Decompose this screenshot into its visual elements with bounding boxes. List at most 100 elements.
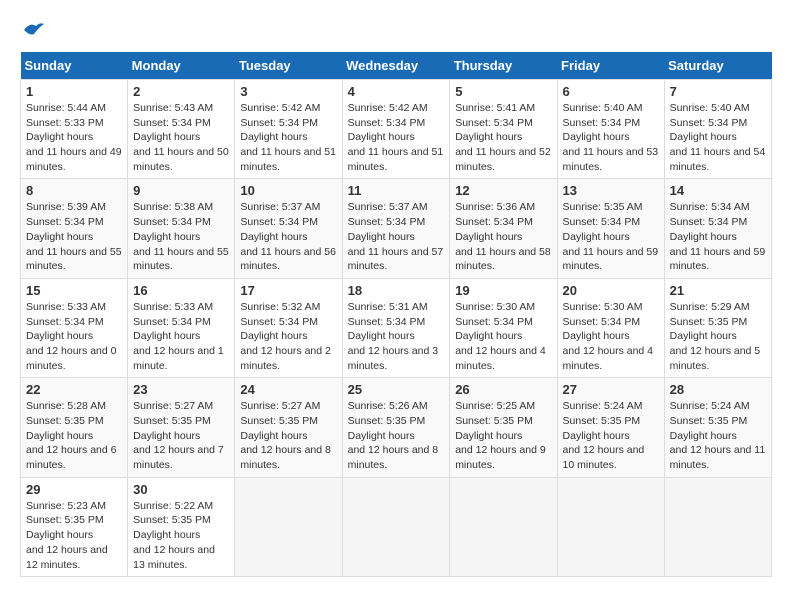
daylight-duration: and 11 hours and 55 minutes. [133, 246, 229, 273]
day-number: 28 [670, 382, 766, 397]
day-number: 16 [133, 283, 229, 298]
day-number: 21 [670, 283, 766, 298]
sunset-label: Sunset: 5:34 PM [133, 117, 211, 129]
weekday-header-cell: Friday [557, 52, 664, 80]
daylight-label: Daylight hours [26, 330, 93, 342]
sunset-label: Sunset: 5:34 PM [348, 216, 426, 228]
sunset-label: Sunset: 5:34 PM [348, 117, 426, 129]
daylight-label: Daylight hours [563, 131, 630, 143]
daylight-label: Daylight hours [563, 231, 630, 243]
day-number: 17 [240, 283, 336, 298]
calendar-day-cell [450, 477, 557, 576]
calendar-day-cell: 12 Sunrise: 5:36 AM Sunset: 5:34 PM Dayl… [450, 179, 557, 278]
weekday-header-cell: Wednesday [342, 52, 450, 80]
weekday-header-cell: Saturday [664, 52, 771, 80]
daylight-label: Daylight hours [133, 231, 200, 243]
daylight-duration: and 12 hours and 7 minutes. [133, 444, 224, 471]
sunrise-label: Sunrise: 5:40 AM [563, 102, 643, 114]
sunset-label: Sunset: 5:35 PM [670, 316, 748, 328]
day-info: Sunrise: 5:41 AM Sunset: 5:34 PM Dayligh… [455, 101, 551, 174]
daylight-duration: and 11 hours and 58 minutes. [455, 246, 551, 273]
calendar-day-cell: 26 Sunrise: 5:25 AM Sunset: 5:35 PM Dayl… [450, 378, 557, 477]
calendar-week-row: 1 Sunrise: 5:44 AM Sunset: 5:33 PM Dayli… [21, 80, 772, 179]
daylight-label: Daylight hours [26, 430, 93, 442]
daylight-label: Daylight hours [240, 430, 307, 442]
daylight-duration: and 12 hours and 9 minutes. [455, 444, 546, 471]
daylight-label: Daylight hours [670, 131, 737, 143]
daylight-duration: and 11 hours and 55 minutes. [26, 246, 122, 273]
sunset-label: Sunset: 5:35 PM [670, 415, 748, 427]
day-info: Sunrise: 5:28 AM Sunset: 5:35 PM Dayligh… [26, 399, 122, 472]
daylight-duration: and 11 hours and 51 minutes. [240, 146, 336, 173]
calendar-day-cell: 7 Sunrise: 5:40 AM Sunset: 5:34 PM Dayli… [664, 80, 771, 179]
daylight-label: Daylight hours [455, 430, 522, 442]
calendar-day-cell [664, 477, 771, 576]
daylight-label: Daylight hours [26, 131, 93, 143]
weekday-header-cell: Monday [128, 52, 235, 80]
sunrise-label: Sunrise: 5:24 AM [563, 400, 643, 412]
sunset-label: Sunset: 5:34 PM [240, 316, 318, 328]
calendar-day-cell: 19 Sunrise: 5:30 AM Sunset: 5:34 PM Dayl… [450, 278, 557, 377]
day-info: Sunrise: 5:37 AM Sunset: 5:34 PM Dayligh… [240, 200, 336, 273]
day-number: 12 [455, 183, 551, 198]
calendar-day-cell: 30 Sunrise: 5:22 AM Sunset: 5:35 PM Dayl… [128, 477, 235, 576]
day-info: Sunrise: 5:42 AM Sunset: 5:34 PM Dayligh… [240, 101, 336, 174]
day-number: 15 [26, 283, 122, 298]
day-info: Sunrise: 5:44 AM Sunset: 5:33 PM Dayligh… [26, 101, 122, 174]
day-info: Sunrise: 5:30 AM Sunset: 5:34 PM Dayligh… [563, 300, 659, 373]
calendar-day-cell: 22 Sunrise: 5:28 AM Sunset: 5:35 PM Dayl… [21, 378, 128, 477]
calendar-day-cell: 15 Sunrise: 5:33 AM Sunset: 5:34 PM Dayl… [21, 278, 128, 377]
daylight-label: Daylight hours [133, 330, 200, 342]
daylight-duration: and 11 hours and 59 minutes. [563, 246, 659, 273]
sunset-label: Sunset: 5:34 PM [133, 216, 211, 228]
day-info: Sunrise: 5:39 AM Sunset: 5:34 PM Dayligh… [26, 200, 122, 273]
sunset-label: Sunset: 5:34 PM [26, 316, 104, 328]
day-info: Sunrise: 5:43 AM Sunset: 5:34 PM Dayligh… [133, 101, 229, 174]
calendar-day-cell: 20 Sunrise: 5:30 AM Sunset: 5:34 PM Dayl… [557, 278, 664, 377]
sunset-label: Sunset: 5:34 PM [133, 316, 211, 328]
calendar-day-cell: 17 Sunrise: 5:32 AM Sunset: 5:34 PM Dayl… [235, 278, 342, 377]
day-info: Sunrise: 5:37 AM Sunset: 5:34 PM Dayligh… [348, 200, 445, 273]
day-info: Sunrise: 5:23 AM Sunset: 5:35 PM Dayligh… [26, 499, 122, 572]
day-number: 4 [348, 84, 445, 99]
calendar-week-row: 15 Sunrise: 5:33 AM Sunset: 5:34 PM Dayl… [21, 278, 772, 377]
daylight-duration: and 12 hours and 0 minutes. [26, 345, 117, 372]
calendar-day-cell: 24 Sunrise: 5:27 AM Sunset: 5:35 PM Dayl… [235, 378, 342, 477]
sunset-label: Sunset: 5:34 PM [455, 117, 533, 129]
sunset-label: Sunset: 5:35 PM [26, 415, 104, 427]
sunset-label: Sunset: 5:34 PM [670, 117, 748, 129]
calendar-day-cell: 8 Sunrise: 5:39 AM Sunset: 5:34 PM Dayli… [21, 179, 128, 278]
day-number: 9 [133, 183, 229, 198]
daylight-duration: and 11 hours and 59 minutes. [670, 246, 766, 273]
sunrise-label: Sunrise: 5:32 AM [240, 301, 320, 313]
daylight-label: Daylight hours [240, 131, 307, 143]
calendar-day-cell [342, 477, 450, 576]
calendar-day-cell: 5 Sunrise: 5:41 AM Sunset: 5:34 PM Dayli… [450, 80, 557, 179]
daylight-duration: and 11 hours and 49 minutes. [26, 146, 122, 173]
sunrise-label: Sunrise: 5:35 AM [563, 201, 643, 213]
sunrise-label: Sunrise: 5:31 AM [348, 301, 428, 313]
day-number: 23 [133, 382, 229, 397]
day-number: 3 [240, 84, 336, 99]
sunrise-label: Sunrise: 5:30 AM [563, 301, 643, 313]
sunrise-label: Sunrise: 5:28 AM [26, 400, 106, 412]
daylight-duration: and 12 hours and 4 minutes. [563, 345, 654, 372]
calendar-day-cell: 1 Sunrise: 5:44 AM Sunset: 5:33 PM Dayli… [21, 80, 128, 179]
daylight-duration: and 12 hours and 3 minutes. [348, 345, 439, 372]
sunrise-label: Sunrise: 5:44 AM [26, 102, 106, 114]
daylight-label: Daylight hours [133, 131, 200, 143]
day-number: 27 [563, 382, 659, 397]
day-number: 1 [26, 84, 122, 99]
day-number: 14 [670, 183, 766, 198]
daylight-duration: and 12 hours and 8 minutes. [240, 444, 331, 471]
day-number: 10 [240, 183, 336, 198]
daylight-duration: and 12 hours and 1 minute. [133, 345, 224, 372]
calendar-week-row: 29 Sunrise: 5:23 AM Sunset: 5:35 PM Dayl… [21, 477, 772, 576]
sunset-label: Sunset: 5:35 PM [26, 514, 104, 526]
sunset-label: Sunset: 5:34 PM [240, 117, 318, 129]
day-number: 29 [26, 482, 122, 497]
daylight-label: Daylight hours [133, 430, 200, 442]
calendar-day-cell: 13 Sunrise: 5:35 AM Sunset: 5:34 PM Dayl… [557, 179, 664, 278]
daylight-duration: and 11 hours and 57 minutes. [348, 246, 444, 273]
day-number: 22 [26, 382, 122, 397]
